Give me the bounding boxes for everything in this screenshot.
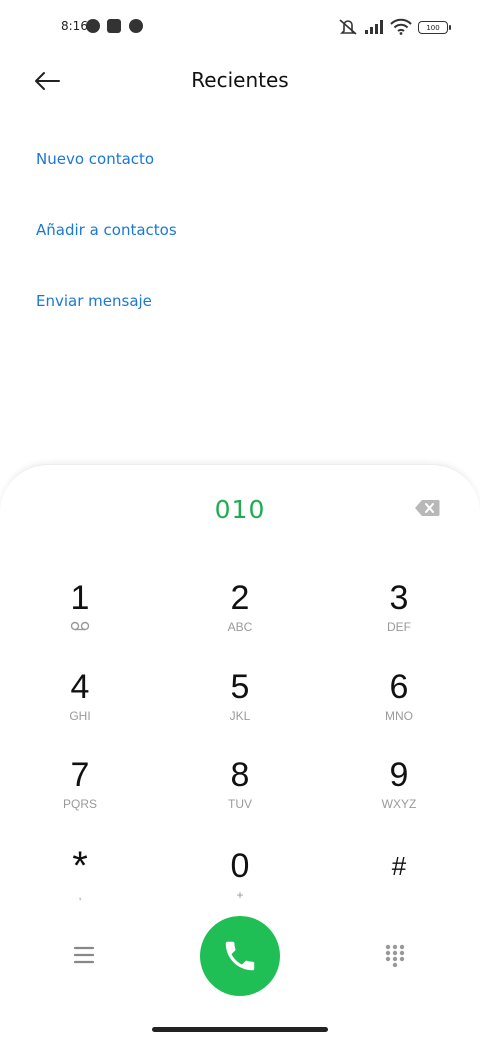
- key-digit: #: [391, 851, 407, 881]
- key-letters: PQRS: [62, 797, 97, 811]
- key-letters: +: [236, 888, 244, 902]
- key-star[interactable]: * ,: [20, 846, 140, 922]
- key-8[interactable]: 8 TUV: [180, 755, 300, 831]
- page-title: Recientes: [191, 68, 289, 92]
- key-digit: 2: [230, 579, 250, 617]
- wifi-icon: [390, 18, 412, 35]
- app-notification-icon: [86, 19, 100, 33]
- send-message-link[interactable]: Enviar mensaje: [36, 292, 152, 310]
- dialpad-icon[interactable]: [384, 943, 406, 969]
- key-digit: 5: [230, 668, 250, 706]
- key-letters: DEF: [387, 620, 411, 634]
- app-notification-icon: [129, 19, 143, 33]
- key-2[interactable]: 2 ABC: [180, 578, 300, 654]
- call-button[interactable]: [200, 916, 280, 996]
- key-digit: 4: [70, 668, 90, 706]
- key-letters: MNO: [385, 709, 413, 723]
- key-letters: GHI: [69, 709, 91, 723]
- key-6[interactable]: 6 MNO: [339, 667, 459, 743]
- signal-icon: [365, 20, 383, 34]
- phone-icon: [225, 941, 255, 971]
- key-digit: 3: [389, 579, 409, 617]
- menu-icon[interactable]: [72, 943, 96, 967]
- key-5[interactable]: 5 JKL: [180, 667, 300, 743]
- key-3[interactable]: 3 DEF: [339, 578, 459, 654]
- key-letters: ABC: [227, 620, 253, 634]
- dialpad-sheet: 010 1 2 ABC 3 DEF 4 GHI 5 JKL 6 MNO 7 PQ…: [0, 464, 480, 1040]
- key-letters: ,: [78, 888, 82, 902]
- key-digit: 7: [70, 756, 90, 794]
- key-7[interactable]: 7 PQRS: [20, 755, 140, 831]
- key-digit: 1: [70, 579, 90, 617]
- key-digit: 9: [389, 756, 409, 794]
- status-time: 8:16: [61, 19, 88, 33]
- key-9[interactable]: 9 WXYZ: [339, 755, 459, 831]
- key-digit: 0: [230, 847, 250, 885]
- key-4[interactable]: 4 GHI: [20, 667, 140, 743]
- key-letters: TUV: [228, 797, 252, 811]
- key-letters: [20, 620, 140, 636]
- new-contact-link[interactable]: Nuevo contacto: [36, 150, 154, 168]
- battery-icon: 100: [418, 21, 451, 34]
- key-digit: 8: [230, 756, 250, 794]
- key-letters: JKL: [229, 709, 251, 723]
- key-digit: *: [72, 844, 88, 888]
- voicemail-icon: [70, 621, 90, 631]
- key-0[interactable]: 0 +: [180, 846, 300, 922]
- dialed-number: 010: [214, 495, 266, 524]
- mute-icon: [339, 19, 357, 35]
- key-digit: 6: [389, 668, 409, 706]
- key-hash[interactable]: #: [339, 846, 459, 922]
- backspace-icon[interactable]: [414, 499, 440, 517]
- key-letters: [339, 888, 459, 904]
- key-letters: WXYZ: [381, 797, 417, 811]
- add-to-contacts-link[interactable]: Añadir a contactos: [36, 221, 177, 239]
- app-notification-icon: [107, 19, 121, 33]
- status-bar: 8:16 100: [0, 0, 480, 56]
- home-indicator[interactable]: [152, 1027, 328, 1032]
- key-1[interactable]: 1: [20, 578, 140, 654]
